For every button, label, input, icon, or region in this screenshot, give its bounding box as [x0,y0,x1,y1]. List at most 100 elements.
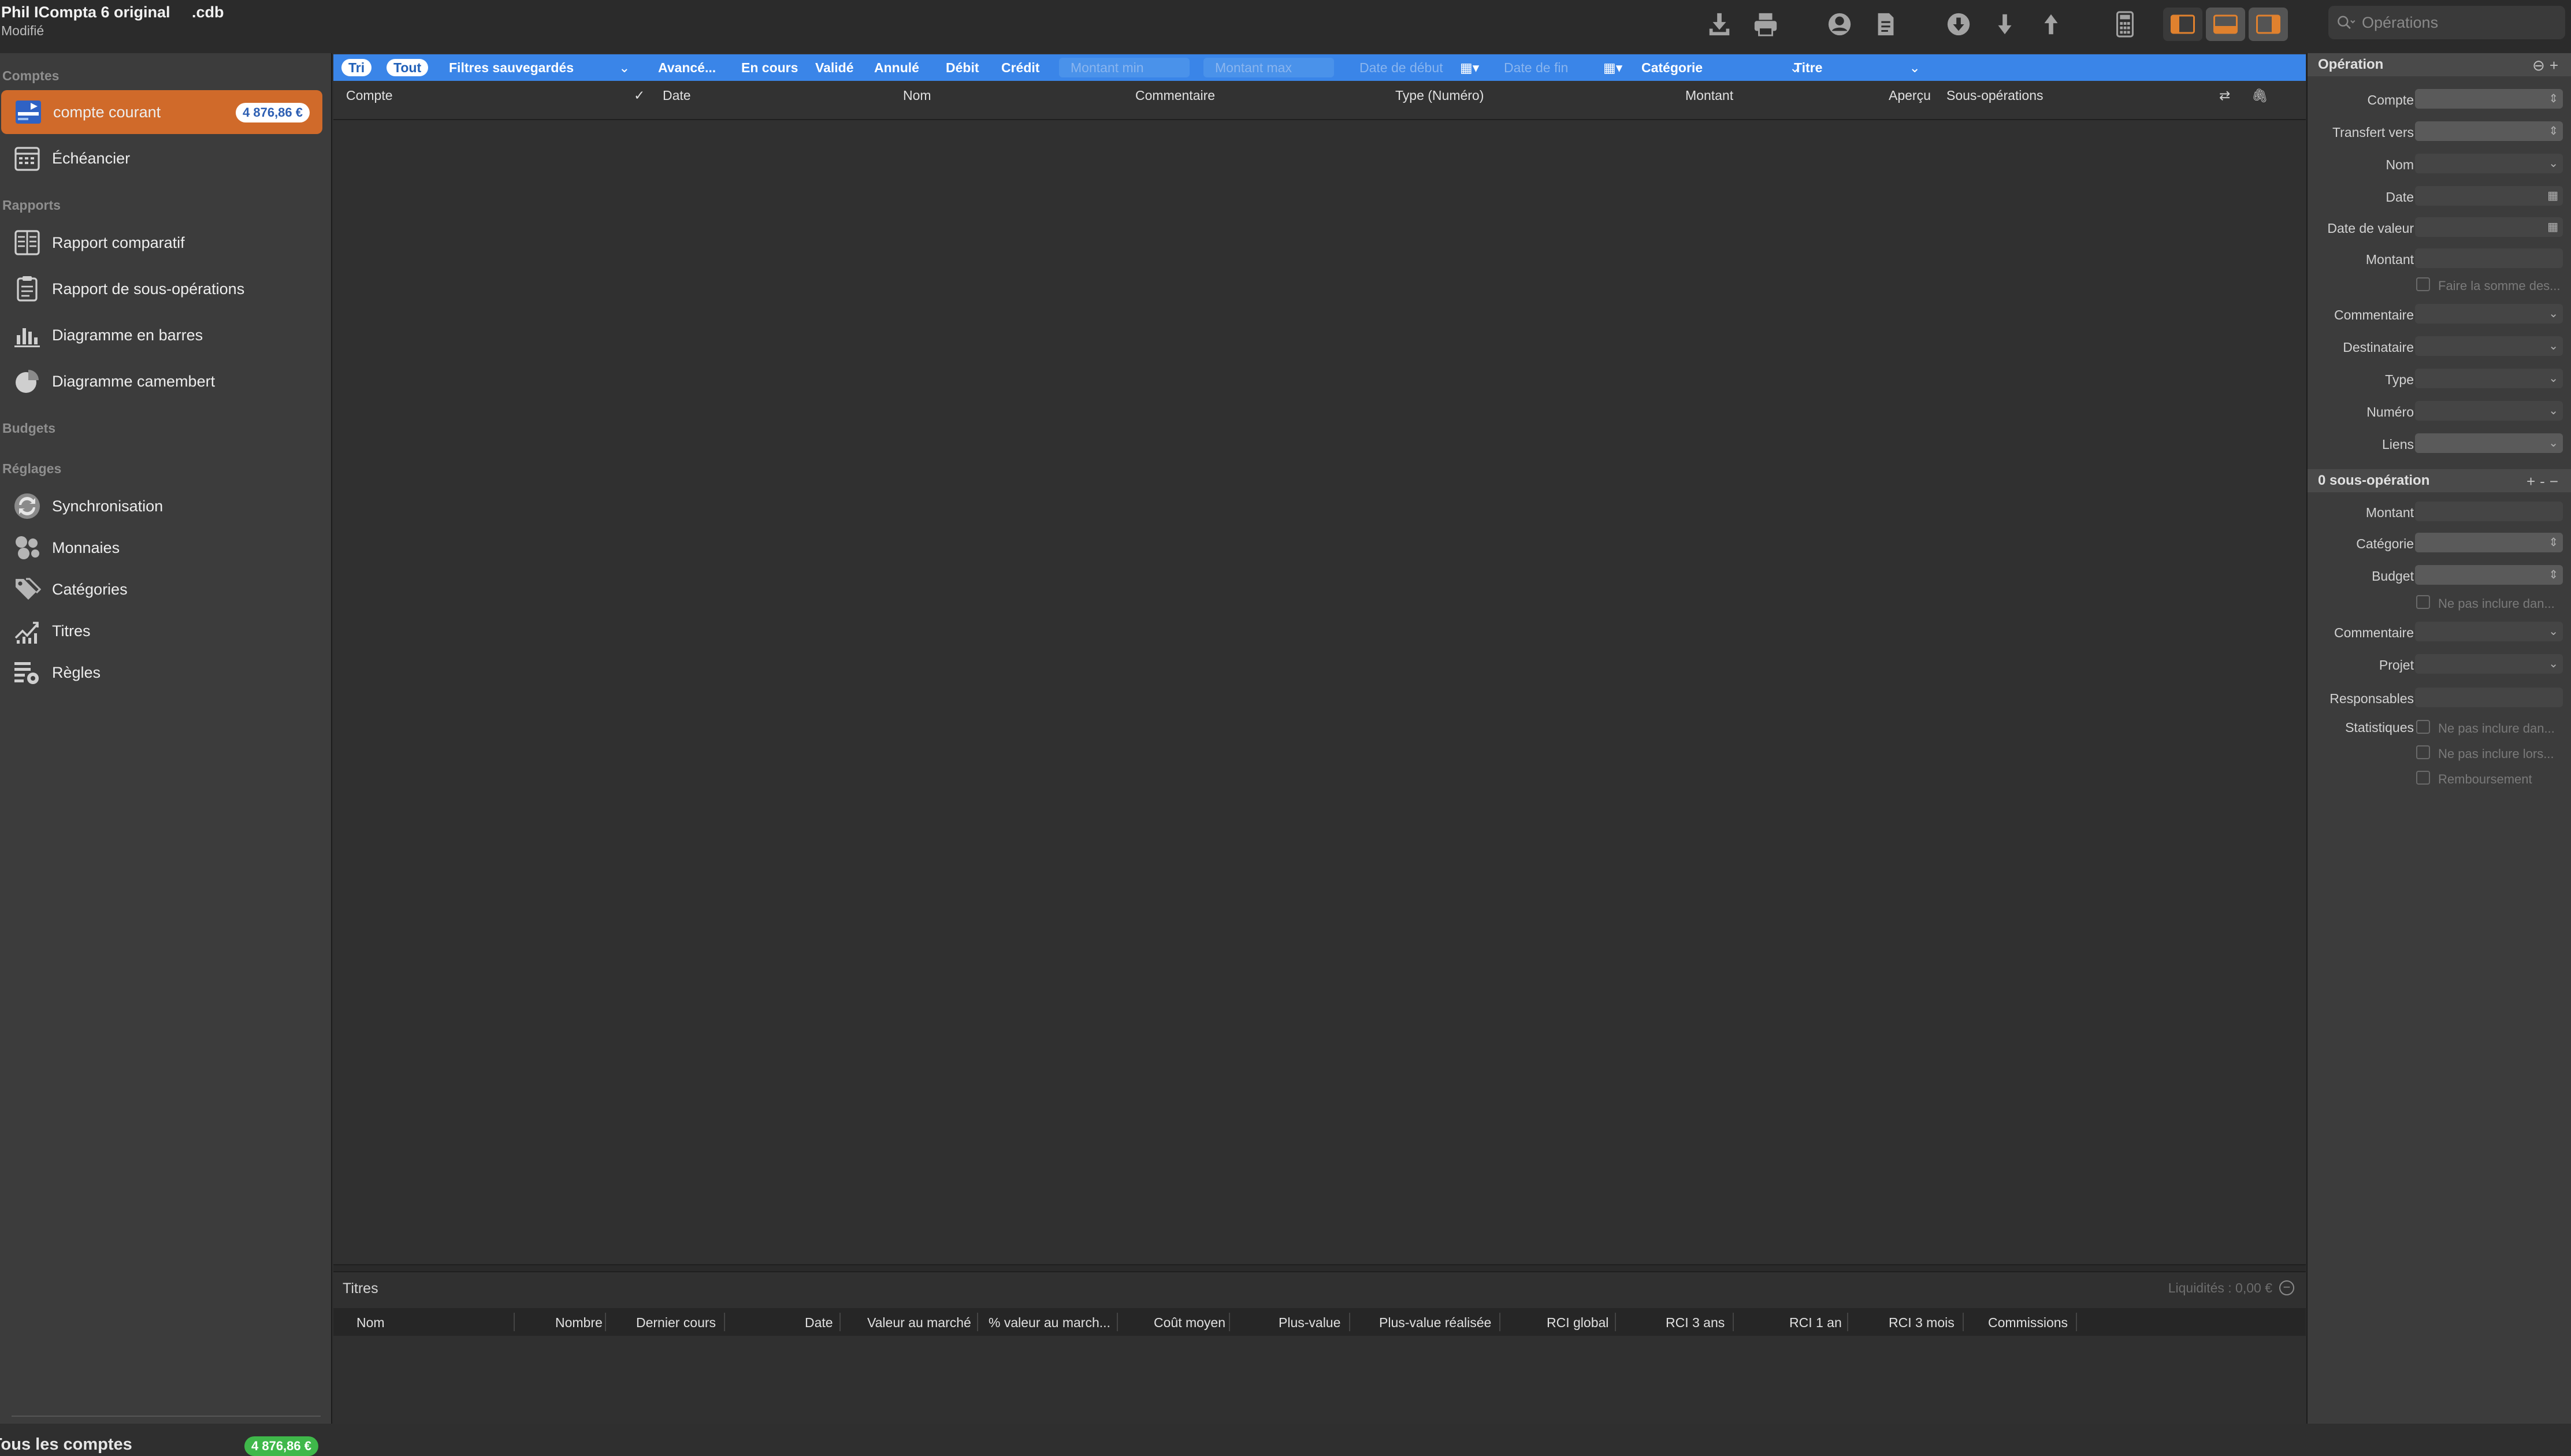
titre-dropdown[interactable]: Titre ⌄ [1794,54,1920,81]
transfer-icon[interactable]: ⇄ [2219,88,2230,103]
operation-title: Opération [2318,57,2384,72]
tout-filter-button[interactable]: Tout [387,59,429,76]
col-sous-operations[interactable]: Sous-opérations [1946,88,2044,103]
tcol-date[interactable]: Date [805,1315,833,1331]
tcol-plus-value-realisee[interactable]: Plus-value réalisée [1379,1315,1491,1331]
toggle-bottom-panel-icon[interactable] [2206,8,2245,41]
tcol-valeur-marche[interactable]: Valeur au marché [867,1315,971,1331]
sidebar-item-diagramme-barres[interactable]: Diagramme en barres [0,313,324,357]
type-field[interactable]: ⌄ [2415,369,2563,388]
user-icon[interactable] [1823,8,1856,40]
sidebar-item-compte-courant[interactable]: compte courant 4 876,86 € [1,90,322,134]
chevron-down-icon: ⌄ [2548,404,2558,417]
commentaire-field[interactable]: ⌄ [2415,304,2563,324]
search-field[interactable] [2328,6,2565,39]
remboursement-checkbox[interactable] [2416,771,2430,785]
advanced-filter-button[interactable]: Avancé... [658,54,716,81]
sidebar-item-regles[interactable]: Règles [0,651,324,694]
col-date[interactable]: Date [663,88,691,103]
col-commentaire[interactable]: Commentaire [1135,88,1215,103]
sidebar-item-synchronisation[interactable]: Synchronisation [0,484,324,528]
tcol-rci-global[interactable]: RCI global [1547,1315,1608,1331]
ne-pas-inclure-lors-checkbox[interactable] [2416,745,2430,759]
categorie-popup[interactable]: ⇕ [2415,533,2563,552]
saved-filters-label: Filtres sauvegardés [449,60,574,75]
col-apercu[interactable]: Aperçu [1889,88,1931,103]
download-circle-icon[interactable] [1942,8,1975,40]
ne-pas-inclure-budget-checkbox[interactable] [2416,595,2430,609]
tcol-plus-value[interactable]: Plus-value [1279,1315,1340,1331]
tcol-nom[interactable]: Nom [356,1315,385,1331]
sidebar-item-categories[interactable]: Catégories [0,567,324,611]
all-accounts-item[interactable]: Tous les comptes [0,1435,132,1454]
sub-operation-header-buttons[interactable]: +-− [2527,473,2563,491]
credit-filter[interactable]: Crédit [1001,54,1039,81]
split-view-divider[interactable] [333,1264,2306,1272]
sidebar-item-titres[interactable]: Titres [0,609,324,653]
faire-somme-checkbox[interactable] [2416,277,2430,291]
sub-montant-field[interactable] [2415,502,2563,521]
compte-popup[interactable]: ⇕ [2415,89,2563,109]
print-icon[interactable] [1749,8,1782,40]
col-compte[interactable]: Compte [346,88,393,103]
tcol-pct-valeur[interactable]: % valeur au march... [989,1315,1110,1331]
arrow-up-icon[interactable] [2035,8,2067,40]
calendar-picker-icon[interactable]: ▦▾ [1603,54,1622,81]
montant-field[interactable] [2415,248,2563,268]
destinataire-field[interactable]: ⌄ [2415,336,2563,356]
annule-filter[interactable]: Annulé [874,54,919,81]
sidebar-item-rapport-sous-operations[interactable]: Rapport de sous-opérations [0,267,324,311]
liens-popup[interactable]: ⌄ [2415,433,2563,453]
toggle-left-panel-icon[interactable] [2163,8,2202,41]
col-check[interactable]: ✓ [634,88,645,103]
tcol-nombre[interactable]: Nombre [555,1315,603,1331]
budget-popup[interactable]: ⇕ [2415,565,2563,585]
sidebar-item-echeancier[interactable]: Échéancier [0,136,324,180]
label-type: Type [2385,372,2414,387]
sub-commentaire-field[interactable]: ⌄ [2415,622,2563,641]
ne-pas-inclure-stats-checkbox[interactable] [2416,720,2430,734]
categorie-dropdown[interactable]: Catégorie ⌄ [1641,54,1800,81]
tcol-rci-3mois[interactable]: RCI 3 mois [1889,1315,1955,1331]
column-separator [1963,1313,1964,1331]
toggle-right-panel-icon[interactable] [2249,8,2288,41]
responsables-field[interactable] [2415,688,2563,707]
sidebar-item-diagramme-camembert[interactable]: Diagramme camembert [0,359,324,403]
sidebar-item-label: Catégories [52,580,128,598]
column-separator [1499,1313,1500,1331]
valide-filter[interactable]: Validé [815,54,853,81]
tcol-rci-3ans[interactable]: RCI 3 ans [1666,1315,1725,1331]
date-valeur-field[interactable]: ▦ [2415,217,2563,237]
arrow-down-icon[interactable] [1989,8,2021,40]
import-icon[interactable] [1703,8,1736,40]
saved-filters-dropdown[interactable]: Filtres sauvegardés ⌄ [449,54,630,81]
sidebar-item-rapport-comparatif[interactable]: Rapport comparatif [0,221,324,265]
document-icon[interactable] [1870,8,1902,40]
date-fin-input[interactable]: Date de fin [1504,54,1568,81]
nom-field[interactable]: ⌄ [2415,154,2563,173]
numero-field[interactable]: ⌄ [2415,401,2563,421]
col-nom[interactable]: Nom [903,88,931,103]
attachment-icon[interactable]: 🖇 [2252,88,2268,103]
projet-field[interactable]: ⌄ [2415,654,2563,674]
collapse-icon[interactable]: − [2279,1280,2294,1295]
transfert-popup[interactable]: ⇕ [2415,121,2563,141]
tri-button[interactable]: Tri [341,59,372,76]
tcol-dernier-cours[interactable]: Dernier cours [636,1315,716,1331]
operation-header-buttons[interactable]: ⊖+ [2532,57,2563,75]
col-montant[interactable]: Montant [1685,88,1733,103]
ne-pas-inclure-stats-label: Ne pas inclure dan... [2438,721,2555,736]
debit-filter[interactable]: Débit [946,54,979,81]
calculator-icon[interactable] [2109,8,2141,40]
date-debut-input[interactable]: Date de début [1359,54,1443,81]
col-type[interactable]: Type (Numéro) [1395,88,1484,103]
tcol-rci-1an[interactable]: RCI 1 an [1789,1315,1842,1331]
date-field[interactable]: ▦ [2415,186,2563,206]
calendar-picker-icon[interactable]: ▦▾ [1460,54,1479,81]
en-cours-filter[interactable]: En cours [741,54,798,81]
sidebar-item-monnaies[interactable]: Monnaies [0,526,324,570]
tcol-cout-moyen[interactable]: Coût moyen [1154,1315,1225,1331]
search-input[interactable] [2362,13,2547,32]
operation-inspector: Opération ⊖+ Compte ⇕ Transfert vers ⇕ N… [2306,53,2571,1424]
tcol-commissions[interactable]: Commissions [1988,1315,2068,1331]
